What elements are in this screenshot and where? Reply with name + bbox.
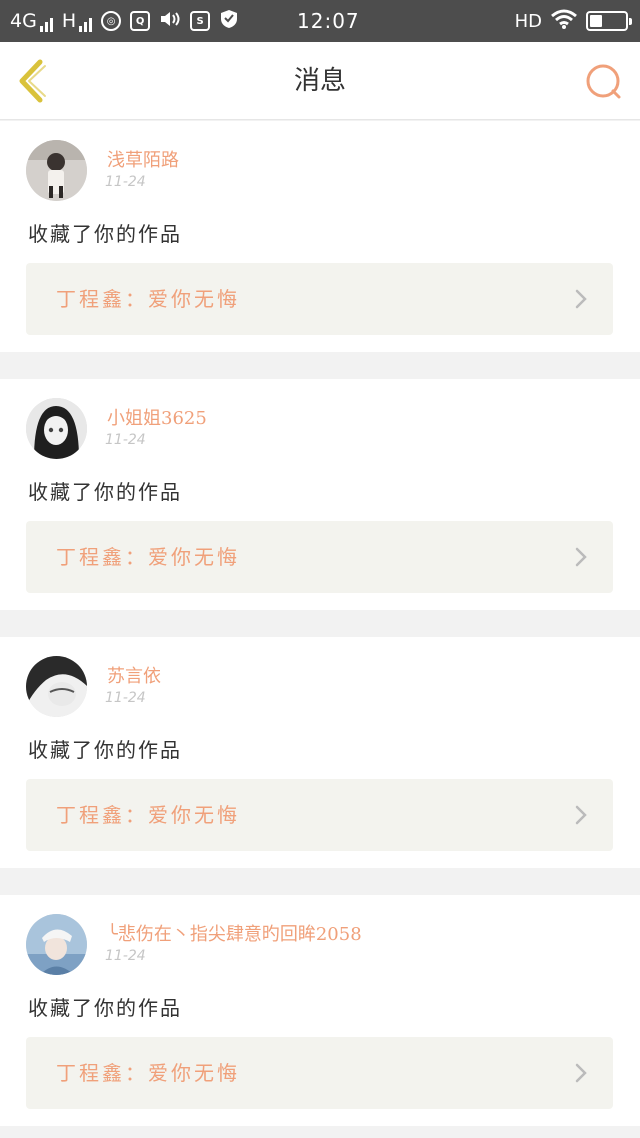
user-name[interactable]: 苏言依 <box>107 662 161 688</box>
app-header: 消息 <box>0 42 640 120</box>
message-action: 收藏了你的作品 <box>28 996 182 1020</box>
volume-icon <box>159 9 181 34</box>
user-name[interactable]: 浅草陌路 <box>107 146 179 172</box>
network-label-2: H <box>61 10 77 32</box>
message-action: 收藏了你的作品 <box>28 222 182 246</box>
signal-bars-icon <box>79 16 93 32</box>
message-card: ╰悲伤在丶指尖肆意旳回眸2058 11-24 收藏了你的作品 丁程鑫：爱你无悔 <box>0 895 640 1126</box>
search-icon <box>586 64 621 99</box>
hd-label: HD <box>514 10 542 32</box>
avatar[interactable] <box>26 914 87 975</box>
iqiyi-icon: Q <box>130 11 151 31</box>
work-link[interactable]: 丁程鑫：爱你无悔 <box>26 521 613 593</box>
network-label-1: 4G <box>10 10 37 32</box>
battery-icon <box>586 11 632 31</box>
shield-icon <box>219 9 239 34</box>
message-date: 11-24 <box>105 948 146 964</box>
clock: 12:07 <box>297 9 360 33</box>
message-date: 11-24 <box>105 690 146 706</box>
message-list: 浅草陌路 11-24 收藏了你的作品 丁程鑫：爱你无悔 小姐姐3625 11-2… <box>0 121 640 1138</box>
message-card: 浅草陌路 11-24 收藏了你的作品 丁程鑫：爱你无悔 <box>0 121 640 352</box>
message-card: 小姐姐3625 11-24 收藏了你的作品 丁程鑫：爱你无悔 <box>0 379 640 610</box>
avatar[interactable] <box>26 140 87 201</box>
chevron-right-icon <box>575 1063 587 1083</box>
work-title: 丁程鑫：爱你无悔 <box>56 287 240 311</box>
chevron-right-icon <box>575 289 587 309</box>
page-title: 消息 <box>293 66 346 96</box>
status-right: HD <box>514 0 632 42</box>
message-action: 收藏了你的作品 <box>28 480 182 504</box>
message-action: 收藏了你的作品 <box>28 738 182 762</box>
user-name[interactable]: ╰悲伤在丶指尖肆意旳回眸2058 <box>107 920 362 946</box>
message-card: 苏言依 11-24 收藏了你的作品 丁程鑫：爱你无悔 <box>0 637 640 868</box>
signal-bars-icon <box>39 16 53 32</box>
message-date: 11-24 <box>105 174 146 190</box>
avatar[interactable] <box>26 656 87 717</box>
search-button[interactable] <box>584 62 624 102</box>
chevron-right-icon <box>575 805 587 825</box>
work-title: 丁程鑫：爱你无悔 <box>56 1061 240 1085</box>
work-link[interactable]: 丁程鑫：爱你无悔 <box>26 263 613 335</box>
browser-icon: ◎ <box>101 11 122 31</box>
status-left: 4G H ◎ Q S <box>10 0 239 42</box>
work-title: 丁程鑫：爱你无悔 <box>56 545 240 569</box>
wifi-icon <box>550 8 578 35</box>
signal-4g: 4G <box>10 10 53 32</box>
message-date: 11-24 <box>105 432 146 448</box>
chevron-right-icon <box>575 547 587 567</box>
work-title: 丁程鑫：爱你无悔 <box>56 803 240 827</box>
s-app-icon: S <box>190 11 211 31</box>
avatar[interactable] <box>26 398 87 459</box>
user-name[interactable]: 小姐姐3625 <box>107 404 207 430</box>
signal-h: H <box>61 10 93 32</box>
status-bar: 4G H ◎ Q S 12:07 HD <box>0 0 640 42</box>
work-link[interactable]: 丁程鑫：爱你无悔 <box>26 1037 613 1109</box>
work-link[interactable]: 丁程鑫：爱你无悔 <box>26 779 613 851</box>
